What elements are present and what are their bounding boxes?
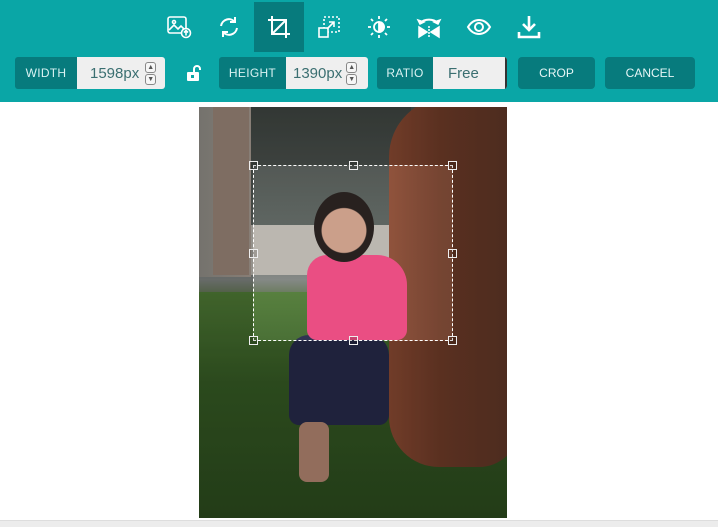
tool-icons-row: [154, 2, 554, 52]
height-spinner[interactable]: ▲ ▼: [346, 61, 358, 85]
width-label: WIDTH: [15, 57, 77, 89]
crop-handle-top[interactable]: [349, 161, 358, 170]
unlock-icon[interactable]: [186, 64, 202, 82]
brightness-button[interactable]: [354, 2, 404, 52]
cancel-button[interactable]: CANCEL: [605, 57, 695, 89]
horizontal-scrollbar[interactable]: [0, 520, 718, 527]
width-spinner[interactable]: ▲ ▼: [145, 61, 157, 85]
flip-icon: [416, 18, 442, 39]
crop-handle-top-left[interactable]: [249, 161, 258, 170]
resize-icon: [318, 16, 340, 38]
width-field: WIDTH 1598px ▲ ▼: [15, 57, 165, 89]
width-decrement-icon[interactable]: ▼: [145, 73, 157, 85]
canvas-area: [0, 102, 718, 520]
height-input[interactable]: 1390px ▲ ▼: [286, 57, 368, 89]
ratio-field: RATIO Free: [377, 57, 507, 89]
eye-icon: [466, 18, 492, 36]
height-label: HEIGHT: [219, 57, 286, 89]
photo-child-legs: [299, 422, 329, 482]
ratio-select[interactable]: Free: [433, 57, 507, 89]
width-value[interactable]: 1598px: [90, 65, 139, 82]
crop-controls: WIDTH 1598px ▲ ▼ HEIGHT 1390px ▲ ▼ RATIO: [0, 57, 718, 89]
crop-apply-button[interactable]: CROP: [518, 57, 595, 89]
width-input[interactable]: 1598px ▲ ▼: [77, 57, 165, 89]
ratio-label: RATIO: [377, 57, 433, 89]
crop-selection[interactable]: [249, 161, 457, 345]
upload-image-button[interactable]: [154, 2, 204, 52]
crop-button[interactable]: [254, 2, 304, 52]
height-value[interactable]: 1390px: [293, 65, 342, 82]
height-decrement-icon[interactable]: ▼: [346, 73, 358, 85]
crop-icon: [268, 16, 290, 38]
editor-toolbar: WIDTH 1598px ▲ ▼ HEIGHT 1390px ▲ ▼ RATIO: [0, 0, 718, 102]
crop-handle-bottom[interactable]: [349, 336, 358, 345]
crop-handle-right[interactable]: [448, 249, 457, 258]
resize-button[interactable]: [304, 2, 354, 52]
width-increment-icon[interactable]: ▲: [145, 61, 157, 73]
crop-handle-top-right[interactable]: [448, 161, 457, 170]
photo-pillar: [213, 107, 249, 275]
height-field: HEIGHT 1390px ▲ ▼: [219, 57, 368, 89]
brightness-icon: [368, 16, 390, 38]
ratio-value[interactable]: Free: [448, 65, 479, 82]
crop-handle-left[interactable]: [249, 249, 258, 258]
height-increment-icon[interactable]: ▲: [346, 61, 358, 73]
photo-child-skirt: [289, 335, 389, 425]
download-button[interactable]: [504, 2, 554, 52]
preview-button[interactable]: [454, 2, 504, 52]
photo: [199, 107, 507, 518]
image-upload-icon: [167, 16, 192, 39]
rotate-icon: [220, 17, 238, 37]
rotate-button[interactable]: [204, 2, 254, 52]
crop-handle-bottom-left[interactable]: [249, 336, 258, 345]
flip-button[interactable]: [404, 2, 454, 52]
crop-handle-bottom-right[interactable]: [448, 336, 457, 345]
download-icon: [517, 16, 541, 39]
